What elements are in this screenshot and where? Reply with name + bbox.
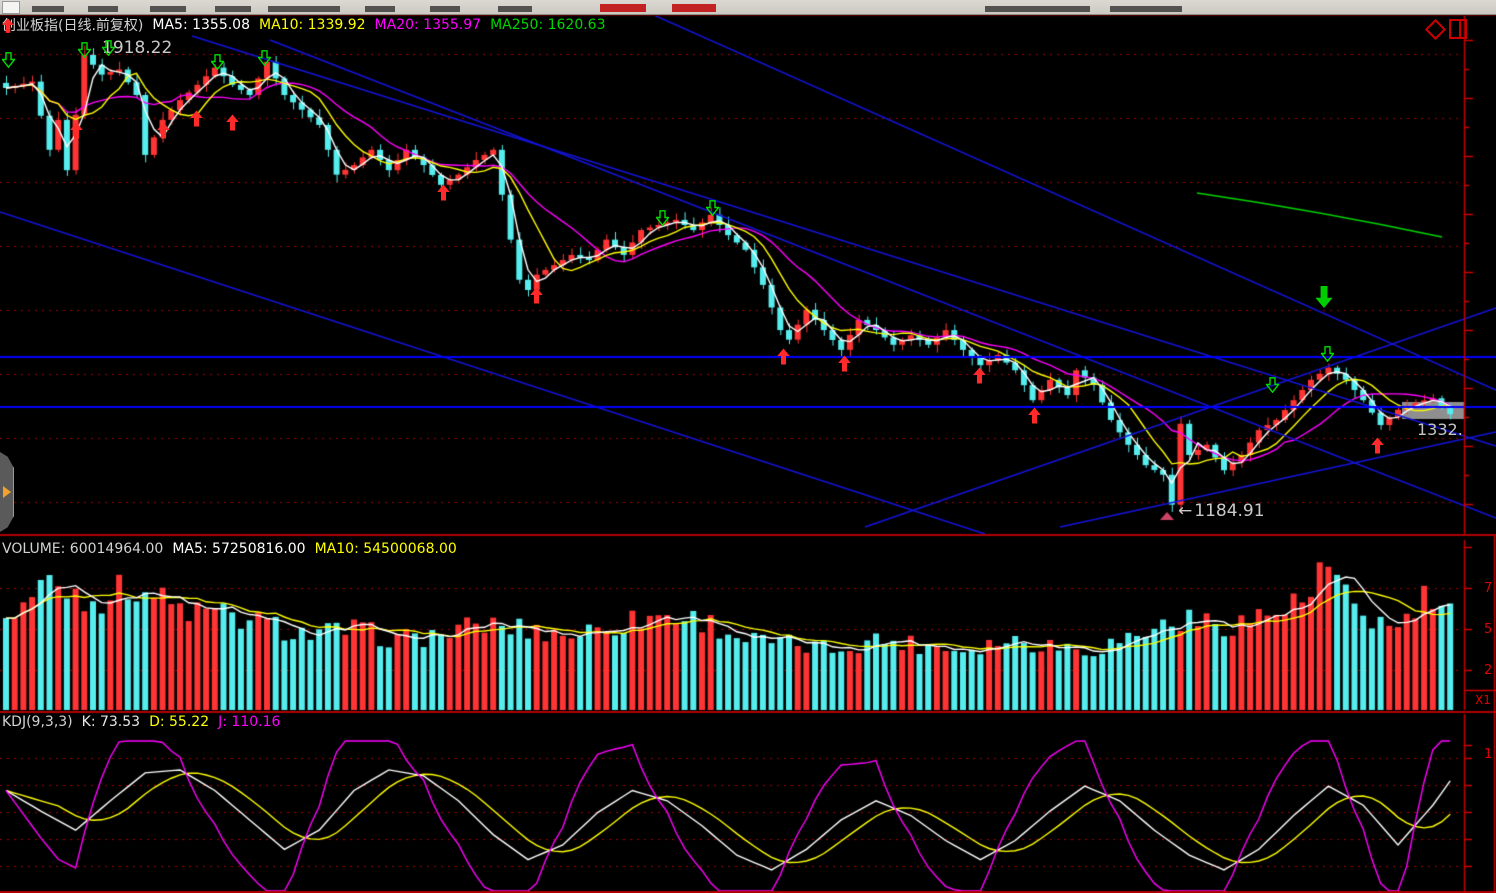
- sell-signal-icon: [656, 210, 669, 226]
- kdj-header: KDJ(9,3,3) K: 73.53 D: 55.22 J: 110.16: [2, 714, 280, 730]
- volume-unit-label: X1: [1475, 693, 1491, 707]
- menu-item-red-fragment[interactable]: [672, 4, 716, 12]
- menu-item-fragment[interactable]: [1110, 6, 1182, 12]
- sell-signal-icon: [258, 50, 271, 66]
- volume-header: VOLUME: 60014964.00 MA5: 57250816.00 MA1…: [2, 541, 457, 557]
- menu-item-fragment[interactable]: [32, 6, 64, 12]
- volume-label: VOLUME: 60014964.00: [2, 541, 163, 557]
- ma10-label: MA10: 1339.92: [259, 17, 366, 33]
- buy-signal-icon: [437, 184, 450, 201]
- kdj-j-label: J: 110.16: [218, 714, 280, 730]
- buy-signal-icon: [530, 287, 543, 304]
- buy-signal-icon: [777, 348, 790, 365]
- up-arrow-icon: [2, 18, 14, 33]
- expand-arrow-icon: [3, 486, 11, 498]
- buy-signal-icon: [973, 367, 986, 384]
- volume-ma5-label: MA5: 57250816.00: [172, 541, 305, 557]
- left-arrow-icon: ←: [1178, 501, 1192, 521]
- ma20-label: MA20: 1355.97: [375, 17, 482, 33]
- chart-canvas[interactable]: [0, 0, 1496, 893]
- sell-signal-icon: [706, 200, 719, 216]
- app-window: 创业板指(日线.前复权) MA5: 1355.08 MA10: 1339.92 …: [0, 0, 1496, 893]
- menu-item-red-fragment[interactable]: [600, 4, 646, 12]
- high-price-annotation: 1918.22: [102, 38, 172, 58]
- volume-axis-label: 2: [1484, 663, 1492, 678]
- low-price-annotation: ← 1184.91: [1178, 501, 1265, 521]
- chart-title: 创业板指(日线.前复权): [2, 15, 143, 35]
- volume-ma10-label: MA10: 54500068.00: [315, 541, 457, 557]
- menu-item-fragment[interactable]: [88, 6, 118, 12]
- menu-item-fragment[interactable]: [985, 6, 1090, 12]
- kdj-label: KDJ(9,3,3): [2, 714, 73, 730]
- menu-bar[interactable]: [0, 0, 1496, 15]
- buy-signal-icon: [1371, 437, 1384, 454]
- sell-signal-icon: [78, 42, 91, 58]
- menu-item-fragment[interactable]: [150, 6, 186, 12]
- main-chart-header: 创业板指(日线.前复权) MA5: 1355.08 MA10: 1339.92 …: [2, 15, 606, 35]
- sell-signal-icon: [211, 54, 224, 70]
- buy-signal-icon: [190, 110, 203, 127]
- menu-item-fragment[interactable]: [365, 6, 395, 12]
- volume-axis-label: 5: [1484, 622, 1492, 637]
- kdj-d-label: D: 55.22: [149, 714, 209, 730]
- kdj-k-label: K: 73.53: [82, 714, 140, 730]
- buy-signal-icon: [157, 122, 170, 139]
- buy-signal-icon: [838, 355, 851, 372]
- menu-item-fragment[interactable]: [430, 6, 460, 12]
- buy-signal-icon: [70, 122, 83, 139]
- low-price-label: 1184.91: [1194, 501, 1264, 521]
- kdj-axis-label: 1: [1484, 747, 1492, 762]
- sell-signal-icon: [1266, 377, 1279, 393]
- sell-signal-icon: [102, 40, 115, 56]
- menu-item-fragment[interactable]: [498, 6, 532, 12]
- buy-signal-icon: [226, 114, 239, 131]
- ma250-label: MA250: 1620.63: [490, 17, 605, 33]
- app-icon[interactable]: [2, 1, 20, 14]
- menu-item-fragment[interactable]: [268, 6, 340, 12]
- sell-signal-solid-icon: [1314, 286, 1334, 308]
- sell-signal-icon: [1321, 346, 1334, 362]
- buy-signal-icon: [1028, 407, 1041, 424]
- current-price-label: 1332.: [1417, 420, 1463, 439]
- sell-signal-icon: [2, 52, 15, 68]
- volume-axis-label: 7: [1484, 581, 1492, 596]
- ma5-label: MA5: 1355.08: [152, 17, 250, 33]
- split-window-icon[interactable]: [1449, 19, 1467, 39]
- menu-item-fragment[interactable]: [215, 6, 251, 12]
